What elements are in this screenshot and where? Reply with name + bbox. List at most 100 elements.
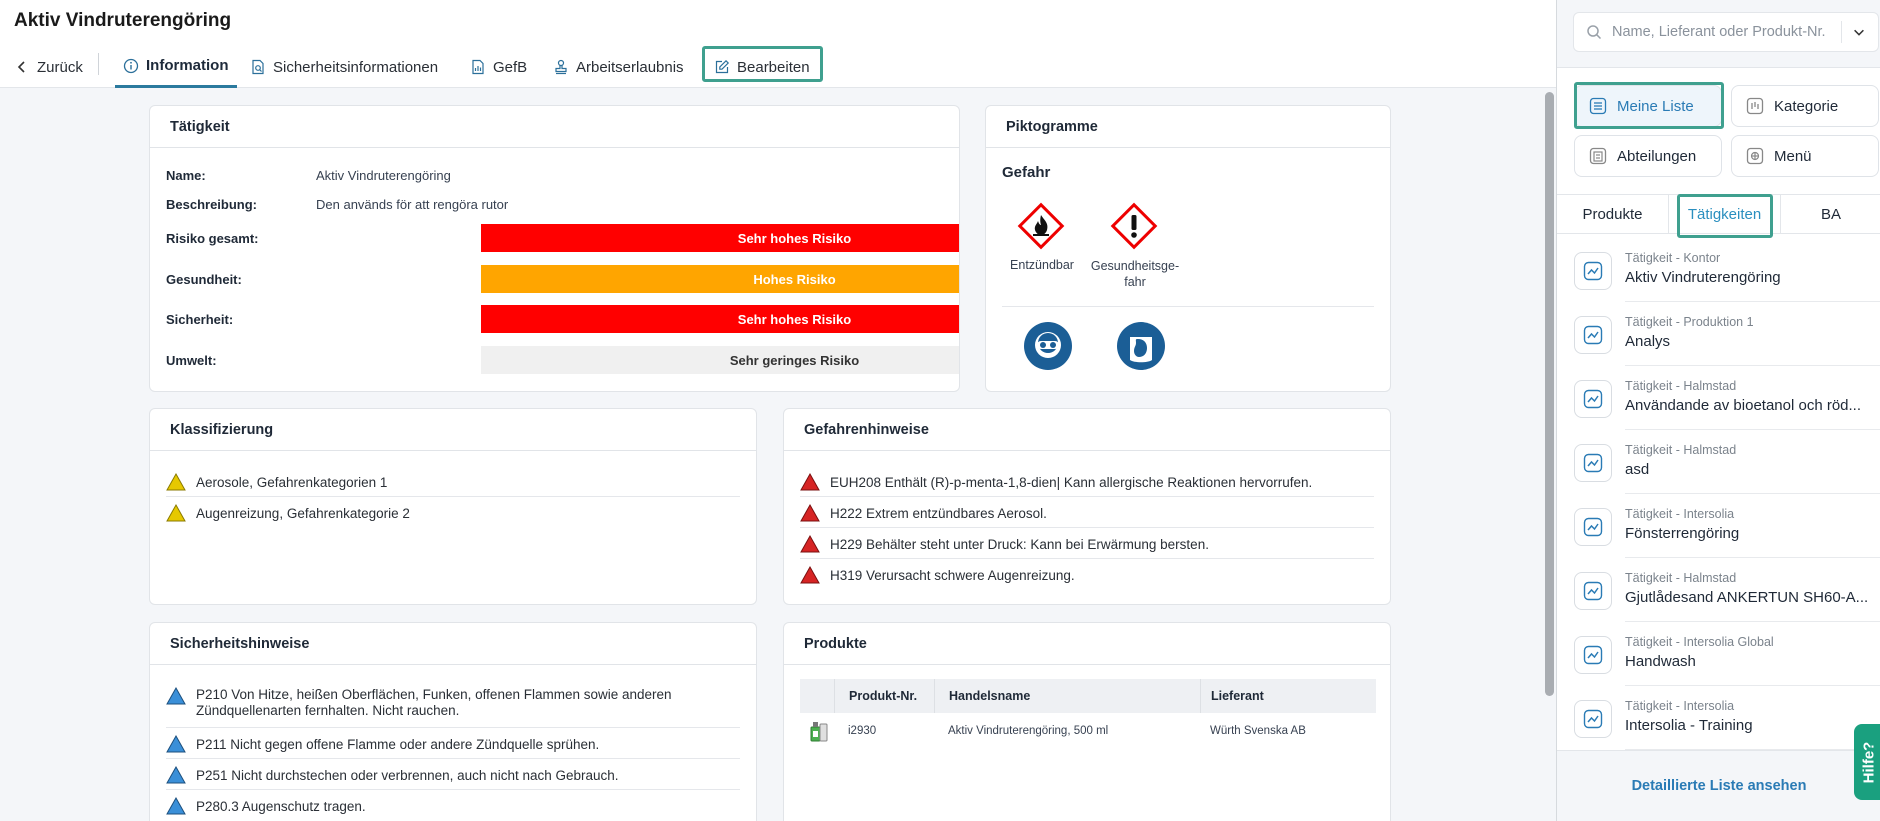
- precautionary-text: P211 Nicht gegen offene Flamme oder ande…: [196, 736, 600, 752]
- activity-list-item[interactable]: Tätigkeit - Halmstad asd: [1557, 430, 1880, 494]
- info-icon: [123, 58, 139, 73]
- tab-work-permit[interactable]: Arbeitserlaubnis: [553, 46, 684, 88]
- warning-red-icon: [800, 473, 820, 491]
- activity-chart-icon: [1574, 700, 1612, 738]
- environment-label: Umwelt:: [166, 353, 217, 368]
- health-label-row: Gesundheit:: [166, 272, 316, 287]
- sidebar-footer: Detaillierte Liste ansehen: [1557, 750, 1880, 821]
- activity-list-item[interactable]: Tätigkeit - Intersolia Fönsterrengöring: [1557, 494, 1880, 558]
- document-chart-icon: [472, 59, 484, 75]
- product-spray-icon[interactable]: [808, 713, 832, 749]
- tab-information-label: Information: [146, 57, 229, 74]
- warning-red-icon: [800, 504, 820, 522]
- activity-list-item[interactable]: Tätigkeit - Kontor Aktiv Vindruterengörin…: [1557, 238, 1880, 302]
- safety-risk-bar: Sehr hohes Risiko: [481, 305, 959, 333]
- activity-chart-icon: [1574, 316, 1612, 354]
- risk-total-label: Risiko gesamt:: [166, 231, 259, 246]
- menu-button[interactable]: Menü: [1731, 135, 1879, 177]
- activity-chart-icon: [1574, 636, 1612, 674]
- tab-gefb[interactable]: GefB: [470, 46, 527, 88]
- exclamation-pictogram-icon: [1109, 201, 1159, 251]
- products-card: Produkte Produkt-Nr. Handelsname Liefera…: [783, 622, 1391, 821]
- hazard-divider: [800, 527, 1374, 528]
- hazard-statements-card: Gefahrenhinweise EUH208 Enthält (R)-p-me…: [783, 408, 1391, 605]
- hazard-statement-item: H229 Behälter steht unter Druck: Kann be…: [800, 535, 1374, 553]
- activity-category: Tätigkeit - Halmstad: [1625, 379, 1737, 393]
- description-label: Beschreibung:: [166, 197, 258, 212]
- warning-blue-icon: [166, 687, 186, 705]
- health-label: Gesundheit:: [166, 272, 242, 287]
- hazard-statement-text: H319 Verursacht schwere Augenreizung.: [830, 567, 1075, 583]
- precautionary-divider: [166, 789, 740, 790]
- activity-list-item[interactable]: Tätigkeit - Halmstad Gjutlådesand ANKERTU…: [1557, 558, 1880, 622]
- hazard-statement-item: H222 Extrem entzündbares Aerosol.: [800, 504, 1374, 522]
- back-button[interactable]: Zurück: [14, 46, 83, 88]
- risk-total-bar: Sehr hohes Risiko: [481, 224, 959, 252]
- precautionary-heading: Sicherheitshinweise: [150, 623, 756, 665]
- activity-name: Gjutlådesand ANKERTUN SH60-A...: [1625, 589, 1869, 606]
- activity-name: asd: [1625, 461, 1650, 478]
- pictogram-divider: [1002, 306, 1374, 307]
- environment-label-row: Umwelt:: [166, 353, 316, 368]
- tab-safety-info-label: Sicherheitsinformationen: [273, 58, 439, 76]
- menu-label: Menü: [1774, 147, 1812, 165]
- precautionary-text: P251 Nicht durchstechen oder verbrennen,…: [196, 767, 619, 783]
- activity-card: Tätigkeit Name: Aktiv Vindruterengöring …: [149, 105, 960, 392]
- help-button[interactable]: Hilfe?: [1854, 724, 1880, 800]
- activity-name: Handwash: [1625, 653, 1696, 670]
- precautionary-item: P210 Von Hitze, heißen Oberflächen, Funk…: [166, 687, 740, 719]
- activity-chart-icon: [1574, 252, 1612, 290]
- main-content: Aktiv Vindruterengöring Zurück Informati…: [0, 0, 1556, 821]
- precautionary-item: P280.3 Augenschutz tragen.: [166, 797, 740, 815]
- pictograms-heading: Piktogramme: [986, 106, 1390, 148]
- warning-blue-icon: [166, 797, 186, 815]
- activity-category: Tätigkeit - Intersolia Global: [1625, 635, 1774, 649]
- hazard-divider: [800, 496, 1374, 497]
- detailed-list-link[interactable]: Detaillierte Liste ansehen: [1632, 778, 1807, 794]
- hazard-divider: [800, 558, 1374, 559]
- activity-name: Intersolia - Training: [1625, 717, 1753, 734]
- top-bar: Aktiv Vindruterengöring Zurück Informati…: [0, 0, 1556, 88]
- category-icon: [1746, 97, 1764, 115]
- name-row: Name: Aktiv Vindruterengöring: [166, 168, 451, 183]
- sidebar-panel: Name, Lieferant oder Produkt-Nr. Meine L…: [1556, 0, 1880, 821]
- hazard-statement-text: EUH208 Enthält (R)-p-menta-1,8-dien| Kan…: [830, 474, 1313, 490]
- document-search-icon: [252, 59, 264, 75]
- menu-grid-icon: [1746, 147, 1764, 165]
- column-header-supplier: Lieferant: [1200, 679, 1376, 713]
- tab-ba[interactable]: BA: [1781, 195, 1880, 233]
- health-hazard-label: Gesundheitsge-fahr: [1090, 259, 1180, 289]
- classification-heading: Klassifizierung: [150, 409, 756, 451]
- highlight-activities-tab: [1677, 194, 1773, 238]
- search-input[interactable]: Name, Lieferant oder Produkt-Nr.: [1573, 12, 1879, 52]
- precautionary-statements-card: Sicherheitshinweise P210 Von Hitze, heiß…: [149, 622, 757, 821]
- tab-information[interactable]: Information: [115, 46, 237, 88]
- name-label: Name:: [166, 168, 206, 183]
- activity-list-item[interactable]: Tätigkeit - Produktion 1 Analys: [1557, 302, 1880, 366]
- activity-list-item[interactable]: Tätigkeit - Intersolia Global Handwash: [1557, 622, 1880, 686]
- activity-chart-icon: [1574, 508, 1612, 546]
- activity-chart-icon: [1574, 444, 1612, 482]
- product-name-cell[interactable]: Aktiv Vindruterengöring, 500 ml: [948, 713, 1200, 749]
- activity-list-item[interactable]: Tätigkeit - Halmstad Användande av bioeta…: [1557, 366, 1880, 430]
- tab-products[interactable]: Produkte: [1557, 195, 1669, 233]
- precautionary-divider: [166, 758, 740, 759]
- activity-category: Tätigkeit - Halmstad: [1625, 443, 1737, 457]
- precautionary-item: P211 Nicht gegen offene Flamme oder ande…: [166, 735, 740, 753]
- category-button[interactable]: Kategorie: [1731, 85, 1879, 127]
- activity-list-item[interactable]: Tätigkeit - Intersolia Intersolia - Train…: [1557, 686, 1880, 750]
- precautionary-item: P251 Nicht durchstechen oder verbrennen,…: [166, 766, 740, 784]
- departments-button[interactable]: Abteilungen: [1574, 135, 1722, 177]
- departments-icon: [1589, 147, 1607, 165]
- signal-word: Gefahr: [1002, 164, 1051, 181]
- hazard-statement-item: H319 Verursacht schwere Augenreizung.: [800, 566, 1374, 584]
- scrollbar-thumb[interactable]: [1545, 92, 1554, 696]
- highlight-edit-button: [702, 46, 823, 82]
- chevron-down-icon[interactable]: [1841, 21, 1866, 43]
- product-nr-cell[interactable]: i2930: [848, 713, 934, 749]
- tab-safety-info[interactable]: Sicherheitsinformationen: [250, 46, 438, 88]
- chevron-left-icon: [17, 61, 25, 73]
- warning-yellow-icon: [166, 473, 186, 491]
- classification-card: Klassifizierung Aerosole, Gefahrenkatego…: [149, 408, 757, 605]
- classification-divider: [166, 496, 740, 497]
